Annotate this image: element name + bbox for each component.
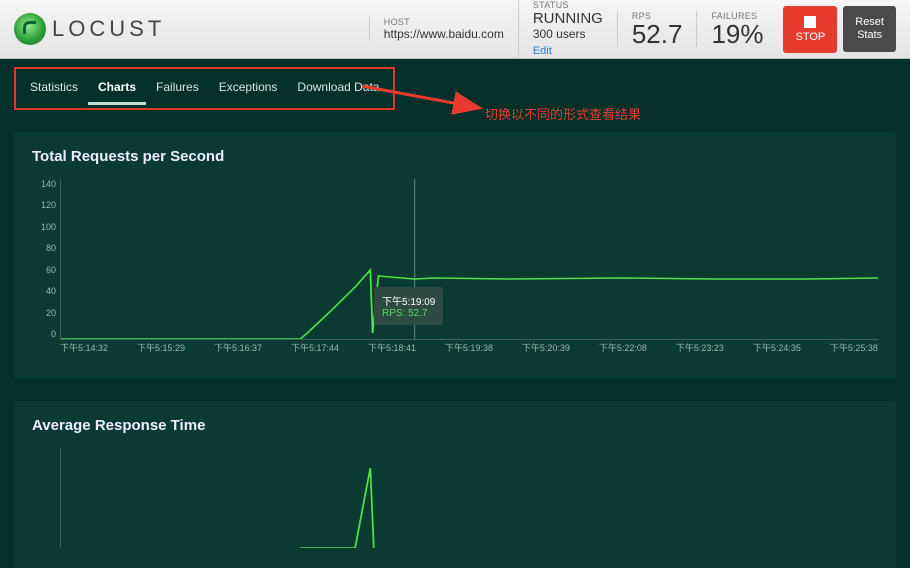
tab-bar: Statistics Charts Failures Exceptions Do… bbox=[14, 67, 395, 110]
edit-link[interactable]: Edit bbox=[533, 45, 552, 57]
stop-label: STOP bbox=[795, 31, 825, 43]
host-label: HOST bbox=[384, 17, 504, 27]
reset-label: Reset Stats bbox=[855, 16, 884, 42]
status-stat: STATUS RUNNING 300 users Edit bbox=[518, 0, 617, 59]
status-value: RUNNING bbox=[533, 10, 603, 27]
rt-plot bbox=[60, 448, 878, 548]
rps-chart[interactable]: 140120100806040200 下午5:19:09 RPS: 52.7 下… bbox=[60, 179, 878, 359]
stop-icon bbox=[804, 16, 816, 28]
reset-stats-button[interactable]: Reset Stats bbox=[843, 6, 896, 52]
annotation-arrow-icon bbox=[362, 80, 492, 120]
stop-button[interactable]: STOP bbox=[783, 6, 837, 53]
host-value: https://www.baidu.com bbox=[384, 27, 504, 41]
rps-chart-title: Total Requests per Second bbox=[32, 148, 878, 165]
response-time-title: Average Response Time bbox=[32, 417, 878, 434]
rps-xaxis: 下午5:14:32下午5:15:29下午5:16:37下午5:17:44下午5:… bbox=[60, 341, 878, 354]
tab-statistics[interactable]: Statistics bbox=[20, 72, 88, 105]
status-users: 300 users bbox=[533, 27, 603, 41]
failures-value: 19% bbox=[711, 21, 763, 47]
rps-value: 52.7 bbox=[632, 21, 683, 47]
locust-icon bbox=[14, 13, 46, 45]
tab-failures[interactable]: Failures bbox=[146, 72, 209, 105]
response-time-panel: Average Response Time 300250200150100 bbox=[14, 401, 896, 568]
tooltip-value: RPS: 52.7 bbox=[382, 308, 435, 319]
rps-stat: RPS 52.7 bbox=[617, 11, 697, 47]
rps-plot: 下午5:19:09 RPS: 52.7 bbox=[60, 179, 878, 340]
logo: LOCUST bbox=[14, 13, 165, 45]
annotation-text: 切换以不同的形式查看结果 bbox=[485, 104, 641, 123]
status-label: STATUS bbox=[533, 0, 603, 10]
tab-charts[interactable]: Charts bbox=[88, 72, 146, 105]
tab-exceptions[interactable]: Exceptions bbox=[209, 72, 288, 105]
logo-text: LOCUST bbox=[52, 16, 165, 42]
tooltip-time: 下午5:19:09 bbox=[382, 293, 435, 308]
response-time-chart[interactable]: 300250200150100 bbox=[60, 448, 878, 548]
rps-chart-panel: Total Requests per Second 14012010080604… bbox=[14, 132, 896, 379]
failures-stat: FAILURES 19% bbox=[696, 11, 777, 47]
host-stat: HOST https://www.baidu.com bbox=[369, 17, 518, 41]
chart-tooltip: 下午5:19:09 RPS: 52.7 bbox=[374, 287, 443, 325]
rps-yaxis: 140120100806040200 bbox=[32, 179, 56, 339]
